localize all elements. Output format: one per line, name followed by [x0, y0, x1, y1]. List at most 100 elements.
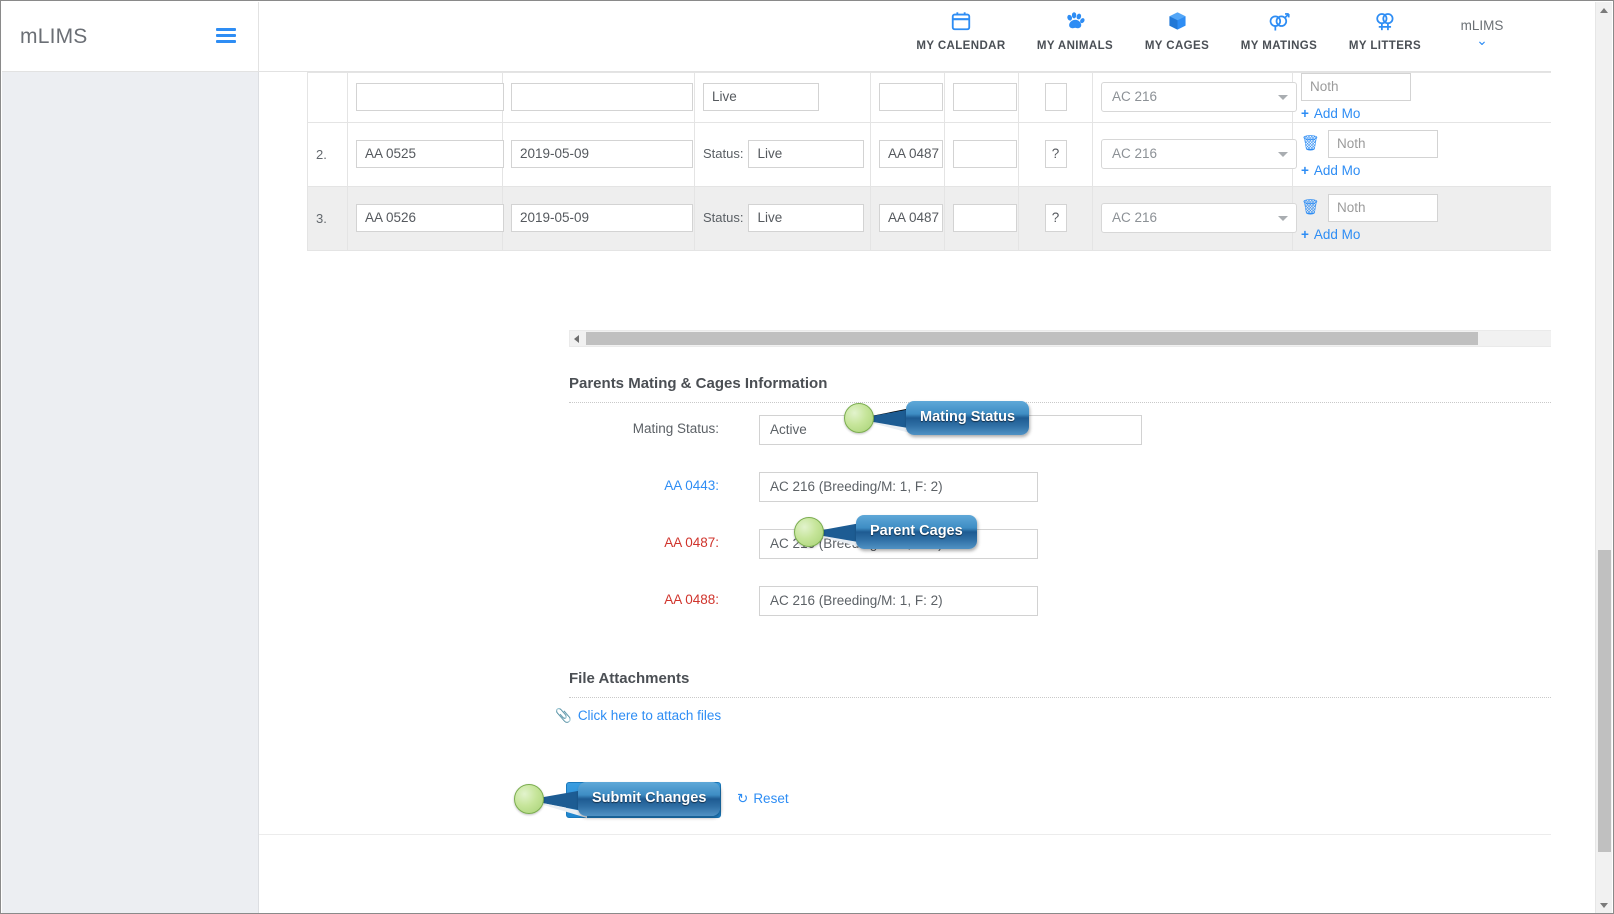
top-navigation-bar: mLIMS MY CALENDAR MY ANIMALS MY CAGES MY… [2, 2, 1551, 72]
status-label: Status: [703, 209, 744, 225]
mating-symbol-icon [1225, 10, 1333, 34]
parent-id-label[interactable]: AA 0443: [569, 478, 719, 493]
mating-status-label: Mating Status: [632, 421, 719, 436]
section-title: File Attachments [569, 670, 690, 687]
cube-icon [1123, 10, 1231, 34]
section-divider [569, 697, 1551, 698]
nav-label: MY CAGES [1144, 40, 1210, 52]
form-content-area: Live AC 216 Noth + Add Mo 2. AA 0525 201… [259, 72, 1551, 835]
notes-input[interactable]: Noth [1301, 73, 1411, 101]
parents-section: Parents Mating & Cages Information [569, 375, 1551, 403]
application-window: mLIMS MY CALENDAR MY ANIMALS MY CAGES MY… [0, 0, 1614, 914]
parent-cage-field[interactable]: AC 216 (Breeding/M: 1, F: 2) [759, 586, 1038, 616]
animal-id-input[interactable] [356, 83, 504, 112]
reset-button[interactable]: ↻ Reset [737, 791, 789, 807]
green-circle-marker [794, 517, 824, 547]
cage-select[interactable]: AC 216 [1101, 82, 1297, 113]
attach-files-label: Click here to attach files [577, 708, 722, 723]
green-circle-marker [514, 784, 544, 814]
pups-data-table: Live AC 216 Noth + Add Mo 2. AA 0525 201… [307, 72, 1551, 251]
dam-input[interactable] [953, 140, 1017, 169]
callout-label: Mating Status [906, 401, 1030, 435]
sex-input[interactable] [1044, 83, 1067, 112]
chevron-down-icon [1278, 152, 1288, 158]
section-divider [569, 402, 1551, 403]
paw-icon [1021, 10, 1129, 34]
scroll-down-arrow-icon[interactable] [1600, 903, 1608, 908]
user-menu-label: mLIMS [1460, 18, 1504, 33]
hamburger-icon[interactable] [216, 28, 236, 44]
sire-input[interactable]: AA 0487 [879, 204, 943, 233]
row-actions: 🗑 Noth + Add Mo [1301, 193, 1551, 243]
scroll-up-arrow-icon[interactable] [1600, 8, 1608, 13]
cage-select[interactable]: AC 216 [1101, 139, 1297, 170]
hamburger-bar [216, 34, 236, 37]
nav-label: MY ANIMALS [1036, 40, 1114, 52]
notes-input[interactable]: Noth [1328, 129, 1439, 158]
row-index: 3. [307, 185, 348, 251]
refresh-icon: ↻ [737, 791, 749, 806]
parent-cage-field[interactable]: AC 216 (Breeding/M: 1, F: 2) [759, 472, 1038, 502]
parent-id-label[interactable]: AA 0488: [569, 592, 719, 607]
parent-id-label[interactable]: AA 0487: [569, 535, 719, 550]
sire-input[interactable]: AA 0487 [879, 140, 943, 169]
animal-id-input[interactable]: AA 0526 [356, 204, 504, 233]
plus-icon: + [1301, 106, 1309, 121]
section-title: Parents Mating & Cages Information [569, 375, 828, 392]
add-more-link[interactable]: + Add Mo [1301, 226, 1551, 243]
attach-files-link[interactable]: 📎 Click here to attach files [555, 708, 721, 724]
pups-data-table-wrapper: Live AC 216 Noth + Add Mo 2. AA 0525 201… [307, 72, 1551, 257]
user-menu[interactable]: mLIMS ⌄ [1444, 18, 1520, 48]
nav-item-my-animals[interactable]: MY ANIMALS [1021, 10, 1129, 52]
plus-icon: + [1301, 226, 1309, 242]
status-label: Status: [703, 145, 744, 161]
status-input[interactable]: Live [703, 83, 819, 112]
status-input[interactable]: Live [748, 204, 865, 233]
table-row: 3. AA 0526 2019-05-09 Status: Live AA 048… [307, 185, 1551, 251]
hamburger-bar [216, 28, 236, 31]
dam-input[interactable] [953, 83, 1017, 112]
chevron-down-icon: ⌄ [1476, 32, 1488, 48]
dob-input[interactable] [511, 83, 693, 112]
row-actions: Noth + Add Mo [1301, 73, 1551, 122]
nav-item-my-litters[interactable]: MY LITTERS [1331, 10, 1439, 52]
cage-select[interactable]: AC 216 [1101, 203, 1297, 234]
page-vertical-scrollbar[interactable] [1595, 2, 1612, 913]
cage-select-value: AC 216 [1112, 210, 1158, 226]
reset-label: Reset [753, 791, 789, 806]
add-more-link[interactable]: + Add Mo [1301, 162, 1551, 179]
dob-input[interactable]: 2019-05-09 [511, 204, 693, 233]
sex-input[interactable]: ? [1044, 204, 1067, 233]
add-more-label: Add Mo [1313, 162, 1361, 178]
left-sidebar [2, 72, 259, 913]
add-more-link[interactable]: + Add Mo [1301, 106, 1551, 122]
sex-input[interactable]: ? [1044, 140, 1067, 169]
brand-cell: mLIMS [2, 2, 259, 71]
nav-item-my-cages[interactable]: MY CAGES [1123, 10, 1231, 52]
scroll-left-arrow-icon[interactable] [574, 335, 579, 343]
dob-input[interactable]: 2019-05-09 [511, 140, 693, 169]
table-horizontal-scrollbar[interactable] [569, 330, 1551, 347]
table-row: Live AC 216 Noth + Add Mo [307, 72, 1551, 123]
nav-label: MY LITTERS [1348, 40, 1422, 52]
attachments-section: File Attachments [569, 670, 1551, 698]
hamburger-bar [216, 40, 236, 43]
trash-icon[interactable]: 🗑 [1301, 199, 1320, 217]
status-input[interactable]: Live [748, 140, 865, 169]
dam-input[interactable] [953, 204, 1017, 233]
trash-icon[interactable]: 🗑 [1301, 135, 1320, 153]
row-actions: 🗑 Noth + Add Mo [1301, 129, 1551, 179]
scrollbar-thumb[interactable] [1598, 550, 1611, 852]
nav-item-my-calendar[interactable]: MY CALENDAR [907, 10, 1015, 52]
scrollbar-thumb[interactable] [586, 332, 1478, 345]
main-content: Live AC 216 Noth + Add Mo 2. AA 0525 201… [259, 72, 1551, 913]
nav-label: MY MATINGS [1240, 40, 1318, 52]
notes-input[interactable]: Noth [1328, 193, 1439, 222]
animal-id-input[interactable]: AA 0525 [356, 140, 504, 169]
paperclip-icon: 📎 [555, 708, 572, 723]
sire-input[interactable] [879, 83, 943, 112]
green-circle-marker [844, 403, 874, 433]
add-more-label: Add Mo [1313, 226, 1361, 242]
callout-label: Submit Changes [578, 782, 721, 816]
nav-item-my-matings[interactable]: MY MATINGS [1225, 10, 1333, 52]
